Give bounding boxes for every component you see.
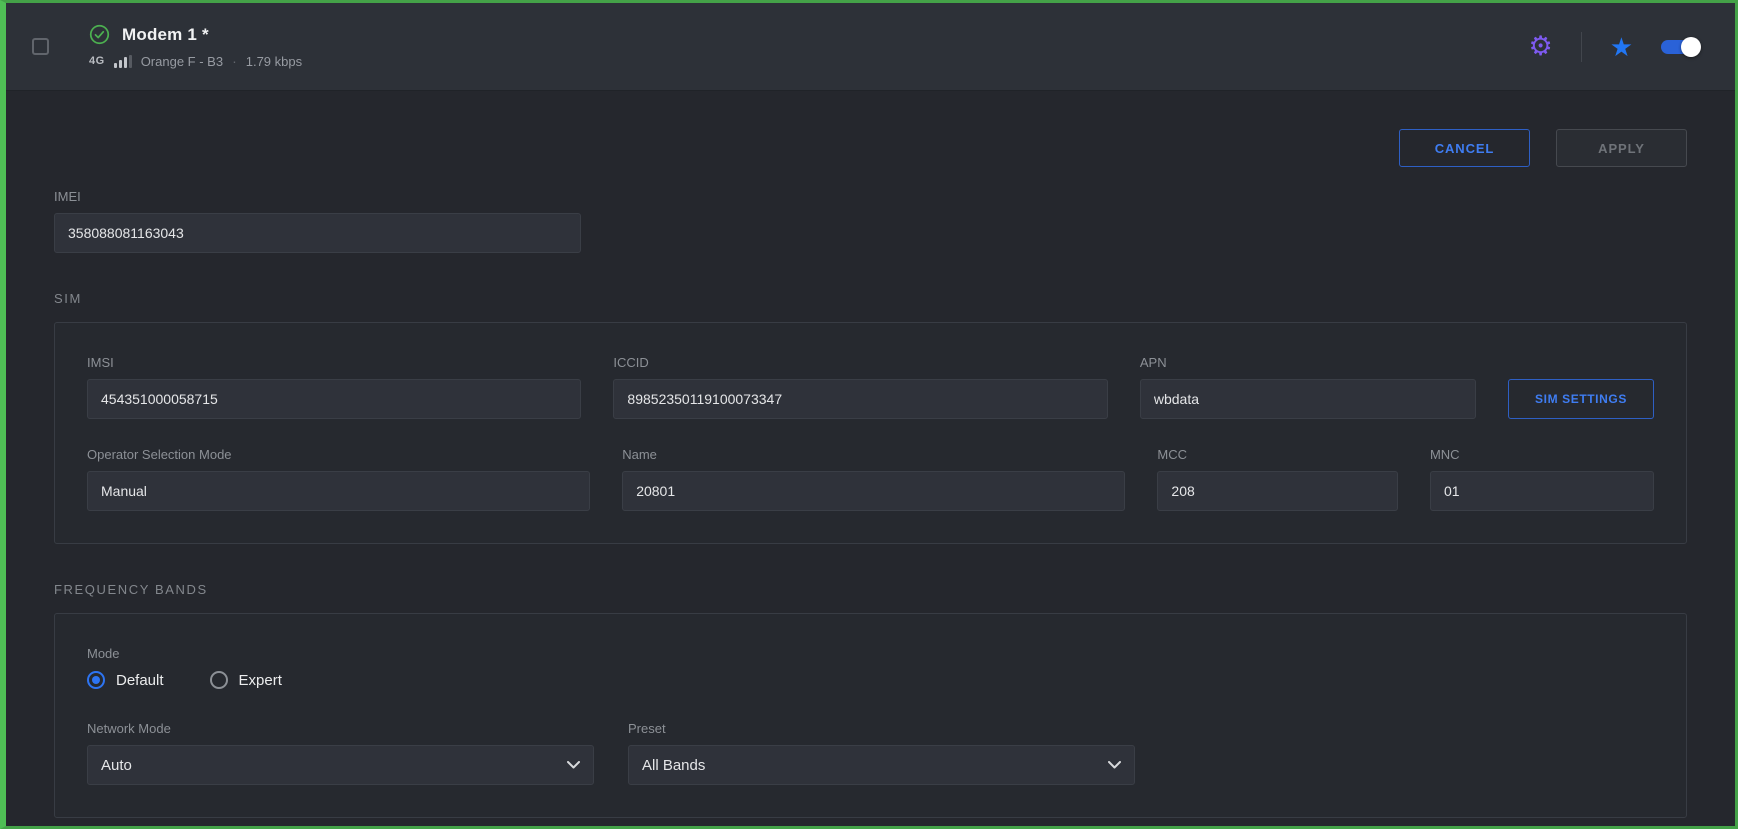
mode-radio-group: Default Expert [87,671,1654,689]
apply-button[interactable]: APPLY [1556,129,1687,167]
radio-default[interactable]: Default [87,671,164,689]
mnc-input[interactable] [1430,471,1654,511]
imei-input[interactable] [54,213,581,253]
modem-config-window: Modem 1 * 4G Orange F - B3 · 1.79 kbps ⚙… [0,0,1738,829]
mode-label: Mode [87,646,1654,661]
chevron-down-icon [1108,761,1121,769]
imsi-field: IMSI [87,355,581,419]
sim-row-1: IMSI ICCID APN SIM SETTINGS [87,355,1654,419]
radio-expert-circle-icon [210,671,228,689]
radio-expert-label: Expert [239,672,282,689]
operator-selection-mode-label: Operator Selection Mode [87,447,590,462]
iccid-label: ICCID [613,355,1107,370]
signal-strength-icon [114,55,132,68]
sim-settings-button[interactable]: SIM SETTINGS [1508,379,1654,419]
frequency-bands-panel: Mode Default Expert Network Mode Auto [54,613,1687,818]
mnc-field: MNC [1430,447,1654,511]
gear-icon[interactable]: ⚙ [1528,33,1552,60]
preset-label: Preset [628,721,1135,736]
title-block: Modem 1 * 4G Orange F - B3 · 1.79 kbps [89,24,302,69]
apn-label: APN [1140,355,1476,370]
main-content: CANCEL APPLY IMEI SIM IMSI ICCID APN [6,91,1735,826]
sim-panel: IMSI ICCID APN SIM SETTINGS Operator Sel [54,322,1687,544]
vertical-divider [1581,32,1582,62]
chevron-down-icon [567,761,580,769]
apn-input[interactable] [1140,379,1476,419]
selects-row: Network Mode Auto Preset All Bands [87,721,1654,785]
toggle-knob [1681,37,1701,57]
sim-row-2: Operator Selection Mode Name MCC MNC [87,447,1654,511]
name-input[interactable] [622,471,1125,511]
star-icon[interactable]: ★ [1610,34,1633,60]
name-label: Name [622,447,1125,462]
iccid-input[interactable] [613,379,1107,419]
status-ok-icon [89,24,110,45]
preset-value: All Bands [642,757,705,774]
modem-enabled-toggle[interactable] [1661,37,1701,57]
iccid-field: ICCID [613,355,1107,419]
operator-selection-mode-input[interactable] [87,471,590,511]
network-type-label: 4G [89,55,105,67]
network-mode-select[interactable]: Auto [87,745,594,785]
radio-default-circle-icon [87,671,105,689]
radio-default-label: Default [116,672,164,689]
imsi-input[interactable] [87,379,581,419]
mnc-label: MNC [1430,447,1654,462]
preset-select[interactable]: All Bands [628,745,1135,785]
sim-settings-button-wrap: SIM SETTINGS [1508,379,1654,419]
preset-field: Preset All Bands [628,721,1135,785]
mcc-input[interactable] [1157,471,1398,511]
operator-label: Orange F - B3 [141,54,223,69]
network-mode-field: Network Mode Auto [87,721,594,785]
header-actions: ⚙ ★ [1528,32,1701,62]
separator-dot: · [232,53,237,69]
apn-field: APN [1140,355,1476,419]
frequency-bands-section-label: FREQUENCY BANDS [54,582,1687,597]
imei-label: IMEI [54,189,581,204]
page-title: Modem 1 * [122,25,209,45]
imei-field: IMEI [54,189,581,253]
name-field: Name [622,447,1125,511]
network-mode-value: Auto [101,757,132,774]
mcc-label: MCC [1157,447,1398,462]
sim-section-label: SIM [54,291,1687,306]
imsi-label: IMSI [87,355,581,370]
connection-status-row: 4G Orange F - B3 · 1.79 kbps [89,53,302,69]
data-rate-label: 1.79 kbps [246,54,302,69]
radio-expert[interactable]: Expert [210,671,282,689]
select-modem-checkbox[interactable] [32,38,49,55]
form-actions-row: CANCEL APPLY [54,129,1687,167]
mcc-field: MCC [1157,447,1398,511]
title-row: Modem 1 * [89,24,302,45]
header: Modem 1 * 4G Orange F - B3 · 1.79 kbps ⚙… [6,3,1735,91]
cancel-button[interactable]: CANCEL [1399,129,1530,167]
network-mode-label: Network Mode [87,721,594,736]
operator-selection-mode-field: Operator Selection Mode [87,447,590,511]
